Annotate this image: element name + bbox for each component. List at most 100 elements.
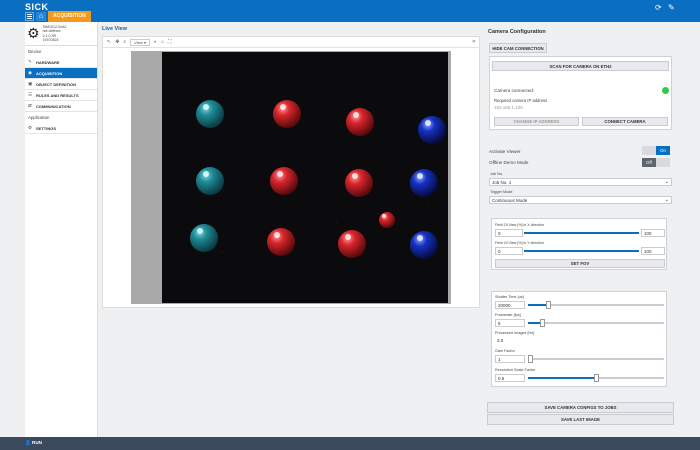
sidebar-item-label: COMMUNICATION	[36, 103, 71, 109]
sidebar-item-label: ACQUISITION	[36, 70, 63, 76]
gear-icon: ⚙	[28, 125, 33, 130]
live-view-toolbar: ↖ ✥ ⌕ View ▾ ◐ ⌂ ⛶	[103, 37, 479, 48]
object-icon: ▣	[28, 81, 33, 86]
slider-thumb[interactable]	[528, 355, 533, 363]
fullscreen-icon[interactable]: ⛶	[168, 39, 172, 45]
run-label: RUN	[32, 440, 42, 445]
refresh-icon[interactable]: ⟳	[655, 3, 662, 12]
framerate-slider[interactable]	[528, 319, 664, 327]
gain-factor-input[interactable]: 1	[495, 355, 525, 363]
trigger-mode-label: Trigger Mode	[490, 190, 513, 194]
camera-configuration-title: Camera Configuration	[488, 29, 546, 35]
fov-x-min-input[interactable]: 0	[495, 229, 523, 237]
save-camera-configs-button[interactable]: SAVE CAMERA CONFIGS TO JOBS	[487, 402, 674, 413]
camera-icon: ◉	[28, 70, 32, 75]
home-icon[interactable]: ⌂	[161, 39, 164, 45]
image-viewport	[131, 51, 451, 304]
connection-status-indicator	[662, 87, 669, 94]
shutter-time-input[interactable]: 20000	[495, 301, 525, 309]
sidebar-item-label: HARDWARE	[36, 59, 60, 65]
sidebar-item-acquisition[interactable]: ◉ ACQUISITION	[25, 68, 97, 79]
gain-factor-label: Gain Factor	[495, 349, 515, 353]
sidebar-item-label: SETTINGS	[36, 125, 57, 131]
sidebar-item-rules-and-results[interactable]: ☰ RULES AND RESULTS	[25, 90, 97, 101]
shutter-time-label: Shutter Time [us]	[495, 295, 524, 299]
live-view-panel: ↖ ✥ ⌕ View ▾ ◐ ⌂ ⛶ ✕	[102, 36, 480, 308]
fov-x-slider[interactable]	[524, 232, 639, 234]
toggle-off-label: Off	[642, 158, 656, 167]
shutter-time-slider[interactable]	[528, 301, 664, 309]
save-last-image-button[interactable]: SAVE LAST IMAGE	[487, 414, 674, 425]
sidebar-item-object-definition[interactable]: ▣ OBJECT DEFINITION	[25, 79, 97, 90]
camera-connected-label: Camera connected:	[494, 88, 535, 93]
sidebar-item-label: OBJECT DEFINITION	[36, 81, 77, 87]
slider-thumb[interactable]	[539, 319, 545, 327]
color-icon[interactable]: ◐	[154, 39, 157, 45]
rules-icon: ☰	[28, 92, 33, 97]
communication-icon: ⇄	[28, 103, 32, 108]
toggle-on-label: On	[656, 146, 670, 155]
pointer-icon[interactable]: ↖	[107, 39, 111, 45]
fov-y-max-input[interactable]: 100	[641, 247, 665, 255]
activate-viewer-label: Activate Viewer	[489, 149, 521, 154]
device-line: 19370824	[42, 37, 59, 42]
fov-x-max-input[interactable]: 100	[641, 229, 665, 237]
set-fov-button[interactable]: SET FOV	[495, 259, 665, 268]
connect-camera-button[interactable]: CONNECT CAMERA	[582, 117, 668, 126]
resolution-scale-label: Resolution Scale Factor	[495, 368, 536, 372]
home-icon[interactable]: ⌂	[36, 12, 46, 21]
acquisition-tab[interactable]: ACQUISITION	[48, 11, 91, 22]
sidebar-item-label: RULES AND RESULTS	[36, 92, 79, 98]
view-select-label: View	[134, 39, 143, 45]
job-select-value: Job No. 1	[492, 180, 512, 185]
framerate-input[interactable]: 5	[495, 319, 525, 327]
exposure-panel: Shutter Time [us] 20000 Framerate [fps] …	[491, 291, 667, 387]
processed-images-label: Processed Images [Hz]	[495, 331, 535, 335]
resolution-scale-input[interactable]: 0.5	[495, 374, 525, 382]
chevron-down-icon: ⌄	[664, 179, 669, 185]
change-ip-button[interactable]: CHANGE IP ADDRESS	[494, 117, 579, 126]
camera-image	[162, 52, 448, 303]
trigger-mode-select[interactable]: Continuous Mode ⌄	[489, 196, 672, 204]
fov-y-slider[interactable]	[524, 250, 639, 252]
gear-icon: ⚙	[27, 25, 40, 41]
run-button[interactable]: 👤 RUN	[25, 440, 42, 446]
fov-y-min-input[interactable]: 0	[495, 247, 523, 255]
scan-camera-button[interactable]: SCAN FOR CAMERA ON ETH2	[492, 61, 669, 71]
menu-button[interactable]	[25, 12, 34, 21]
status-bar: 👤 RUN	[0, 437, 700, 450]
view-select[interactable]: View ▾	[130, 38, 150, 46]
job-label: Job No.	[490, 172, 504, 176]
gain-factor-slider[interactable]	[528, 355, 664, 363]
edit-icon[interactable]: ✎	[668, 3, 675, 12]
slider-thumb[interactable]	[594, 374, 599, 382]
device-info: ⚙ SIM1012-0xA2 not defined 2.1.0.3R 1937…	[25, 22, 97, 46]
user-icon: 👤	[25, 440, 31, 445]
fov-x-label: Field Of View [%] in X direction	[495, 223, 545, 227]
framerate-label: Framerate [fps]	[495, 313, 521, 317]
move-icon[interactable]: ✥	[115, 39, 119, 45]
live-view-title: Live View	[102, 26, 127, 32]
camera-image-svg	[162, 52, 448, 303]
sidebar-item-hardware[interactable]: ✎ HARDWARE	[25, 57, 97, 68]
hide-cam-connection-button[interactable]: HIDE CAM CONNECTION	[489, 43, 547, 53]
chevron-down-icon: ⌄	[664, 197, 669, 203]
offline-demo-label: Offline Demo Mode	[489, 160, 529, 165]
sidebar-item-settings[interactable]: ⚙ SETTINGS	[25, 123, 97, 134]
connection-panel: SCAN FOR CAMERA ON ETH2 Camera connected…	[489, 56, 672, 130]
slider-thumb[interactable]	[546, 301, 552, 309]
sidebar-item-communication[interactable]: ⇄ COMMUNICATION	[25, 101, 97, 112]
activate-viewer-toggle[interactable]: On	[642, 146, 670, 155]
fov-y-label: Field Of View [%] in Y direction	[495, 241, 545, 245]
offline-demo-toggle[interactable]: Off	[642, 158, 670, 167]
close-icon[interactable]: ✕	[472, 39, 476, 45]
processed-images-value: 3.0	[497, 338, 504, 343]
device-section-title: Device	[28, 49, 42, 54]
required-ip-label: Required camera IP address	[494, 98, 548, 103]
sidebar: ⚙ SIM1012-0xA2 not defined 2.1.0.3R 1937…	[25, 22, 98, 437]
edit-icon: ✎	[28, 59, 32, 64]
resolution-scale-slider[interactable]	[528, 374, 664, 382]
job-select[interactable]: Job No. 1 ⌄	[489, 178, 672, 186]
zoom-icon[interactable]: ⌕	[123, 39, 126, 45]
trigger-mode-value: Continuous Mode	[492, 198, 528, 203]
